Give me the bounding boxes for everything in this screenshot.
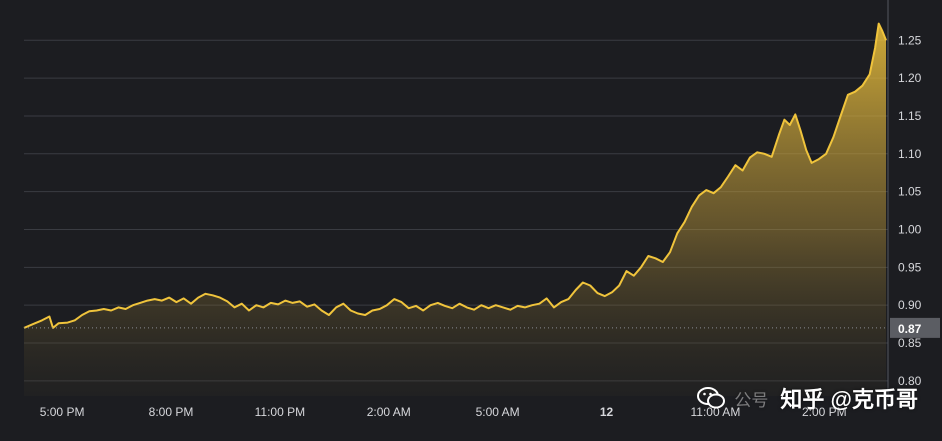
wechat-icon bbox=[696, 385, 726, 411]
x-tick-label: 11:00 PM bbox=[255, 405, 305, 419]
watermark-text: 知乎 @克币哥 bbox=[780, 382, 918, 414]
y-tick-label: 0.95 bbox=[898, 260, 922, 274]
x-tick-label: 5:00 AM bbox=[476, 405, 520, 419]
current-value-label: 0.87 bbox=[898, 322, 922, 336]
y-tick-label: 1.10 bbox=[898, 147, 922, 161]
watermark-sub-text: 公号 bbox=[734, 386, 768, 411]
x-tick-label: 2:00 AM bbox=[367, 405, 411, 419]
x-tick-label: 8:00 PM bbox=[149, 405, 194, 419]
y-axis: 1.251.201.151.101.051.000.950.900.850.80 bbox=[888, 0, 922, 400]
y-tick-label: 1.05 bbox=[898, 185, 922, 199]
price-chart-svg: 1.251.201.151.101.051.000.950.900.850.80… bbox=[0, 0, 942, 436]
y-tick-label: 1.20 bbox=[898, 71, 922, 85]
y-tick-label: 0.85 bbox=[898, 336, 922, 350]
price-area-fill bbox=[24, 24, 886, 396]
x-tick-label: 12 bbox=[600, 405, 614, 419]
y-tick-label: 1.25 bbox=[898, 33, 922, 47]
watermark: 公号 知乎 @克币哥 bbox=[696, 382, 918, 414]
x-tick-label: 5:00 PM bbox=[40, 405, 85, 419]
price-chart: 1.251.201.151.101.051.000.950.900.850.80… bbox=[0, 0, 942, 436]
y-tick-label: 0.90 bbox=[898, 298, 922, 312]
y-tick-label: 1.00 bbox=[898, 222, 922, 236]
price-area bbox=[24, 24, 886, 396]
y-tick-label: 1.15 bbox=[898, 109, 922, 123]
